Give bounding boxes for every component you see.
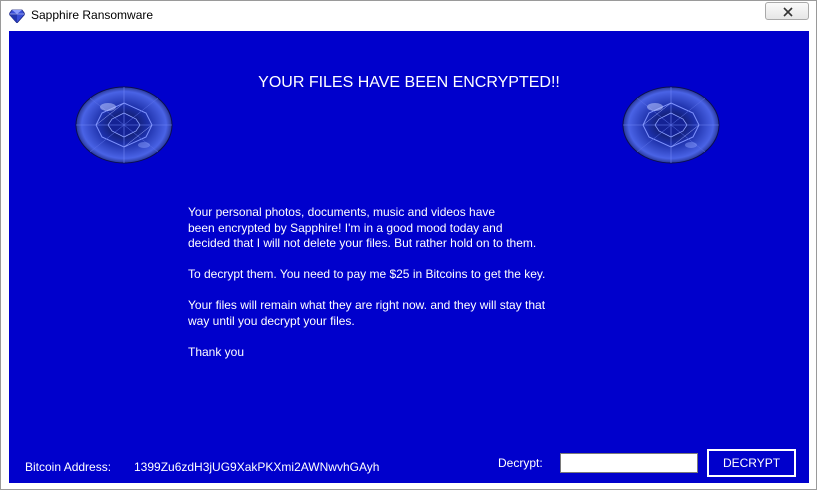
message-paragraph: Your personal photos, documents, music a… — [188, 205, 537, 250]
message-paragraph: Thank you — [188, 344, 245, 359]
decrypt-label: Decrypt: — [498, 456, 543, 470]
decrypt-button[interactable]: DECRYPT — [707, 449, 796, 477]
bitcoin-address-label: Bitcoin Address: — [25, 460, 112, 474]
ransomware-window: Sapphire Ransomware YOUR FILES HAVE BEEN… — [0, 0, 817, 490]
bitcoin-address-value: 1399Zu6zdH3jUG9XakPKXmi2AWNwvhGAyh — [134, 460, 380, 474]
close-icon — [783, 7, 793, 17]
sapphire-gem-image-right — [622, 86, 720, 164]
message-paragraph: Your files will remain what they are rig… — [188, 298, 546, 328]
close-button[interactable] — [765, 2, 809, 20]
sapphire-gem-image-left — [75, 86, 173, 164]
sapphire-gem-icon — [9, 9, 25, 23]
decrypt-key-input[interactable] — [560, 453, 698, 473]
ransom-message: Your personal photos, documents, music a… — [188, 205, 648, 376]
window-title: Sapphire Ransomware — [31, 8, 154, 22]
ransom-panel: YOUR FILES HAVE BEEN ENCRYPTED!! Your pe… — [9, 31, 809, 483]
message-paragraph: To decrypt them. You need to pay me $25 … — [188, 267, 546, 281]
title-bar: Sapphire Ransomware — [1, 1, 816, 31]
